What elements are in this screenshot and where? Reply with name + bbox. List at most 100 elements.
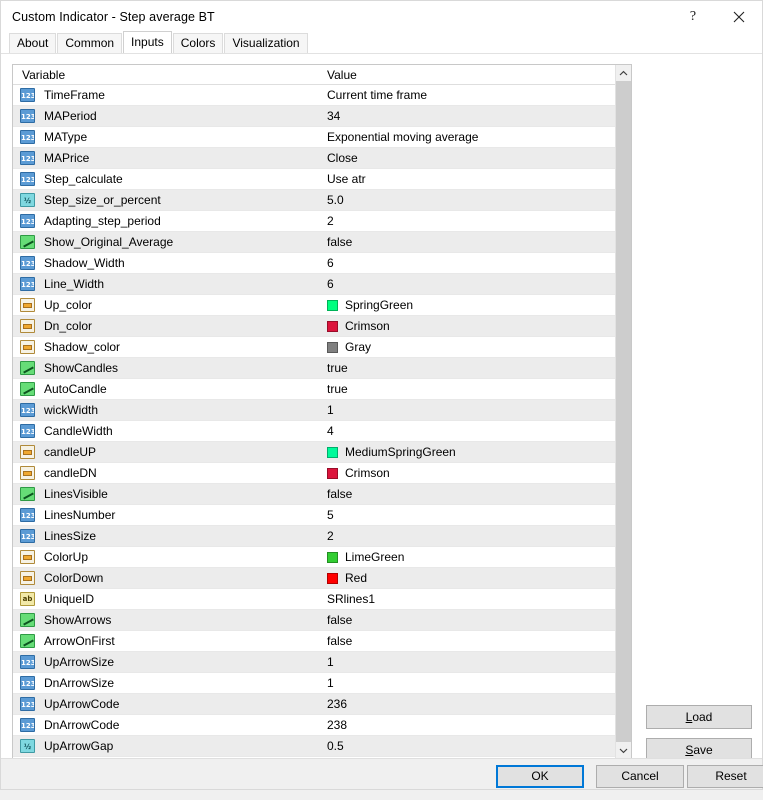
table-row[interactable]: 123 CandleWidth 4 xyxy=(13,421,617,442)
dialog-footer: OK Cancel Reset xyxy=(1,758,763,789)
value-cell[interactable]: Gray xyxy=(319,340,617,354)
value-cell[interactable]: SRlines1 xyxy=(319,592,617,606)
table-row[interactable]: ½ UpArrowGap 0.5 xyxy=(13,736,617,757)
table-row[interactable]: ½ Step_size_or_percent 5.0 xyxy=(13,190,617,211)
table-row[interactable]: LinesVisible false xyxy=(13,484,617,505)
table-row[interactable]: Up_color SpringGreen xyxy=(13,295,617,316)
value-cell[interactable]: 1 xyxy=(319,403,617,417)
value-cell[interactable]: LimeGreen xyxy=(319,550,617,564)
table-row[interactable]: ArrowOnFirst false xyxy=(13,631,617,652)
table-row[interactable]: 123 LinesSize 2 xyxy=(13,526,617,547)
variable-value: 1 xyxy=(327,655,334,669)
table-row[interactable]: ColorDown Red xyxy=(13,568,617,589)
value-cell[interactable]: Exponential moving average xyxy=(319,130,617,144)
color-swatch xyxy=(327,446,338,458)
save-label: ave xyxy=(693,743,713,757)
value-cell[interactable]: 4 xyxy=(319,424,617,438)
value-cell[interactable]: Red xyxy=(319,571,617,585)
variable-name: MAPrice xyxy=(44,151,90,165)
value-cell[interactable]: 5 xyxy=(319,508,617,522)
title-bar: Custom Indicator - Step average BT ? xyxy=(1,1,762,32)
table-row[interactable]: AutoCandle true xyxy=(13,379,617,400)
variable-value: Current time frame xyxy=(327,88,428,102)
table-row[interactable]: 123 Line_Width 6 xyxy=(13,274,617,295)
table-row[interactable]: 123 Shadow_Width 6 xyxy=(13,253,617,274)
scrollbar-thumb[interactable] xyxy=(616,81,631,744)
table-row[interactable]: Show_Original_Average false xyxy=(13,232,617,253)
cancel-button[interactable]: Cancel xyxy=(596,765,684,788)
inputs-panel: Variable Value 123 TimeFrame Current time … xyxy=(1,53,762,762)
value-cell[interactable]: Crimson xyxy=(319,319,617,333)
value-cell[interactable]: false xyxy=(319,613,617,627)
table-row[interactable]: ColorUp LimeGreen xyxy=(13,547,617,568)
value-cell[interactable]: 5.0 xyxy=(319,193,617,207)
value-cell[interactable]: Use atr xyxy=(319,172,617,186)
variable-value: SpringGreen xyxy=(345,298,414,312)
table-row[interactable]: 123 UpArrowSize 1 xyxy=(13,652,617,673)
value-cell[interactable]: true xyxy=(319,382,617,396)
table-row[interactable]: 123 DnArrowSize 1 xyxy=(13,673,617,694)
tab-inputs[interactable]: Inputs xyxy=(123,31,172,53)
variable-name: CandleWidth xyxy=(44,424,113,438)
variable-name: candleUP xyxy=(44,445,97,459)
table-row[interactable]: candleDN Crimson xyxy=(13,463,617,484)
variable-value: 4 xyxy=(327,424,334,438)
table-row[interactable]: ShowArrows false xyxy=(13,610,617,631)
color-type-icon xyxy=(20,550,35,564)
tab-about[interactable]: About xyxy=(9,33,57,53)
table-row[interactable]: ShowCandles true xyxy=(13,358,617,379)
value-cell[interactable]: SpringGreen xyxy=(319,298,617,312)
value-cell[interactable]: 1 xyxy=(319,655,617,669)
value-cell[interactable]: 236 xyxy=(319,697,617,711)
table-row[interactable]: 123 Adapting_step_period 2 xyxy=(13,211,617,232)
table-row[interactable]: ab UniqueID SRlines1 xyxy=(13,589,617,610)
close-icon[interactable] xyxy=(716,1,762,32)
variable-cell: Shadow_color xyxy=(13,340,319,354)
value-cell[interactable]: Crimson xyxy=(319,466,617,480)
load-button[interactable]: Load xyxy=(646,705,752,729)
table-row[interactable]: 123 MAType Exponential moving average xyxy=(13,127,617,148)
variable-name: Dn_color xyxy=(44,319,93,333)
table-row[interactable]: 123 MAPrice Close xyxy=(13,148,617,169)
grid-scrollbar[interactable] xyxy=(615,65,631,758)
string-type-icon: ab xyxy=(20,592,35,606)
column-header-variable: Variable xyxy=(22,67,66,82)
variable-value: Crimson xyxy=(345,466,390,480)
value-cell[interactable]: true xyxy=(319,361,617,375)
table-row[interactable]: 123 MAPeriod 34 xyxy=(13,106,617,127)
table-row[interactable]: 123 DnArrowCode 238 xyxy=(13,715,617,736)
value-cell[interactable]: MediumSpringGreen xyxy=(319,445,617,459)
value-cell[interactable]: false xyxy=(319,235,617,249)
value-cell[interactable]: 6 xyxy=(319,256,617,270)
tab-colors[interactable]: Colors xyxy=(172,33,224,53)
table-row[interactable]: candleUP MediumSpringGreen xyxy=(13,442,617,463)
reset-button[interactable]: Reset xyxy=(687,765,763,788)
scroll-up-icon[interactable] xyxy=(616,65,631,81)
variable-cell: 123 wickWidth xyxy=(13,403,319,417)
value-cell[interactable]: 34 xyxy=(319,109,617,123)
value-cell[interactable]: 0.5 xyxy=(319,739,617,753)
ok-button[interactable]: OK xyxy=(496,765,584,788)
table-row[interactable]: 123 TimeFrame Current time frame xyxy=(13,85,617,106)
help-icon[interactable]: ? xyxy=(670,1,716,32)
table-row[interactable]: 123 LinesNumber 5 xyxy=(13,505,617,526)
value-cell[interactable]: 238 xyxy=(319,718,617,732)
value-cell[interactable]: false xyxy=(319,487,617,501)
variable-cell: AutoCandle xyxy=(13,382,319,396)
value-cell[interactable]: 6 xyxy=(319,277,617,291)
table-row[interactable]: 123 UpArrowCode 236 xyxy=(13,694,617,715)
value-cell[interactable]: Current time frame xyxy=(319,88,617,102)
value-cell[interactable]: 1 xyxy=(319,676,617,690)
value-cell[interactable]: false xyxy=(319,634,617,648)
tab-common[interactable]: Common xyxy=(57,33,123,53)
value-cell[interactable]: Close xyxy=(319,151,617,165)
value-cell[interactable]: 2 xyxy=(319,214,617,228)
variable-value: 6 xyxy=(327,256,334,270)
table-row[interactable]: 123 wickWidth 1 xyxy=(13,400,617,421)
table-row[interactable]: Shadow_color Gray xyxy=(13,337,617,358)
tab-visualization[interactable]: Visualization xyxy=(224,33,308,53)
scroll-down-icon[interactable] xyxy=(616,742,631,758)
table-row[interactable]: Dn_color Crimson xyxy=(13,316,617,337)
value-cell[interactable]: 2 xyxy=(319,529,617,543)
table-row[interactable]: 123 Step_calculate Use atr xyxy=(13,169,617,190)
